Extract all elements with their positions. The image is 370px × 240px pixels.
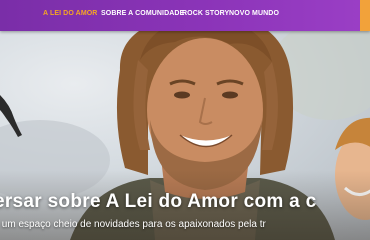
hero-subheadline: s um espaço cheio de novidades para os a… — [0, 219, 266, 230]
nav-item-rock-story[interactable]: ROCK STORY — [182, 10, 229, 17]
hero-headline: ersar sobre A Lei do Amor com a c — [0, 191, 317, 212]
nav-item-sobre-a-comunidade[interactable]: SOBRE A COMUNIDADE — [101, 10, 184, 17]
nav-accent-tab[interactable] — [360, 0, 370, 31]
nav-item-a-lei-do-amor[interactable]: A LEI DO AMOR — [43, 10, 97, 17]
top-navigation: A LEI DO AMOR SOBRE A COMUNIDADE ROCK ST… — [0, 0, 370, 31]
nav-item-novo-mundo[interactable]: NOVO MUNDO — [229, 10, 279, 17]
